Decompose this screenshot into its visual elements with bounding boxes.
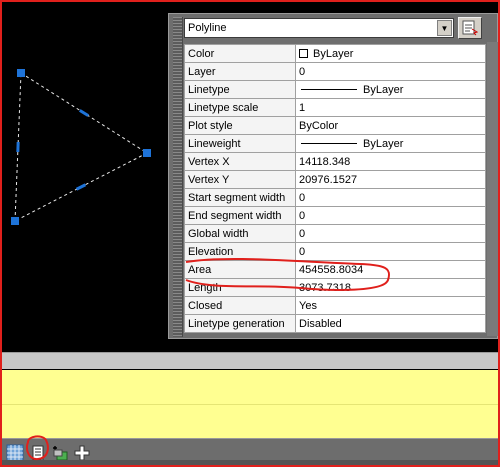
splitter-bar[interactable] [0, 352, 500, 369]
property-row[interactable]: Linetype scale 1 [184, 98, 486, 117]
property-value[interactable]: ByColor [295, 116, 486, 135]
property-value[interactable]: ByLayer [295, 134, 486, 153]
property-label: Plot style [184, 116, 296, 135]
property-label: Area [184, 260, 296, 279]
property-value[interactable]: 0 [295, 224, 486, 243]
property-value-text: Yes [299, 299, 317, 312]
properties-table: Color ByLayer Layer 0 Linetype ByLayer Linetyp… [184, 44, 486, 333]
property-row[interactable]: Color ByLayer [184, 44, 486, 63]
property-label: End segment width [184, 206, 296, 225]
properties-palette: Polyline ▼ Color ByLayer Layer 0 Linetype ByL… [168, 13, 498, 339]
property-row[interactable]: Plot style ByColor [184, 116, 486, 135]
vertex-grip[interactable] [143, 149, 151, 157]
property-value[interactable]: 0 [295, 188, 486, 207]
property-value-text: 3073.7318 [299, 281, 351, 294]
quick-select-icon [462, 20, 478, 36]
property-label: Length [184, 278, 296, 297]
chevron-down-icon[interactable]: ▼ [437, 20, 452, 36]
property-value-text: ByLayer [313, 47, 354, 60]
property-row[interactable]: Linetype generation Disabled [184, 314, 486, 333]
vertex-grip[interactable] [17, 69, 25, 77]
property-label: Layer [184, 62, 296, 81]
property-row[interactable]: Vertex X 14118.348 [184, 152, 486, 171]
object-type-dropdown[interactable]: Polyline ▼ [184, 18, 454, 38]
property-value[interactable]: 20976.1527 [295, 170, 486, 189]
property-row[interactable]: Area 454558.8034 [184, 260, 486, 279]
property-value-text: ByColor [299, 119, 339, 132]
property-value[interactable]: 0 [295, 62, 486, 81]
property-value[interactable]: 14118.348 [295, 152, 486, 171]
property-row[interactable]: End segment width 0 [184, 206, 486, 225]
property-value-text: ByLayer [363, 137, 404, 150]
quick-properties-icon [32, 445, 44, 461]
line-preview-icon [301, 143, 357, 145]
property-value-text: 454558.8034 [299, 263, 364, 276]
vertex-grip[interactable] [11, 217, 19, 225]
property-value-text: 0 [299, 227, 306, 240]
palette-scrollbar[interactable] [487, 42, 498, 336]
property-value[interactable]: 454558.8034 [295, 260, 486, 279]
property-label: Linetype scale [184, 98, 296, 117]
midpoint-grip[interactable] [16, 141, 20, 153]
midpoint-grip[interactable] [78, 109, 90, 117]
status-bar-bottom-edge [0, 460, 500, 467]
property-value-text: ByLayer [363, 83, 404, 96]
property-value-text: Disabled [299, 317, 342, 330]
property-label: Start segment width [184, 188, 296, 207]
command-window[interactable] [2, 370, 498, 438]
property-label: Linetype generation [184, 314, 296, 333]
property-value-text: 1 [299, 101, 306, 114]
property-value-text: 14118.348 [299, 155, 351, 168]
property-label: Color [184, 44, 296, 63]
property-row[interactable]: Start segment width 0 [184, 188, 486, 207]
property-label: Closed [184, 296, 296, 315]
property-value[interactable]: ByLayer [295, 44, 486, 63]
property-row[interactable]: Length 3073.7318 [184, 278, 486, 297]
line-preview-icon [301, 89, 357, 91]
property-row[interactable]: Layer 0 [184, 62, 486, 81]
property-value-text: 0 [299, 65, 306, 78]
palette-drag-handle[interactable] [173, 17, 183, 337]
property-value[interactable]: 0 [295, 242, 486, 261]
property-value[interactable]: 0 [295, 206, 486, 225]
property-row[interactable]: Lineweight ByLayer [184, 134, 486, 153]
selected-polyline[interactable] [14, 72, 148, 222]
command-line-divider [2, 404, 498, 405]
property-value[interactable]: 1 [295, 98, 486, 117]
property-value-text: 0 [299, 209, 306, 222]
color-swatch-icon [299, 49, 308, 59]
quick-select-button[interactable] [458, 17, 482, 39]
property-value[interactable]: Disabled [295, 314, 486, 333]
property-row[interactable]: Elevation 0 [184, 242, 486, 261]
property-value[interactable]: 3073.7318 [295, 278, 486, 297]
property-value-text: 0 [299, 245, 306, 258]
property-value-text: 20976.1527 [299, 173, 358, 186]
object-type-label: Polyline [188, 22, 227, 34]
property-row[interactable]: Global width 0 [184, 224, 486, 243]
property-row[interactable]: Vertex Y 20976.1527 [184, 170, 486, 189]
property-label: Vertex X [184, 152, 296, 171]
property-label: Lineweight [184, 134, 296, 153]
property-row[interactable]: Linetype ByLayer [184, 80, 486, 99]
property-label: Vertex Y [184, 170, 296, 189]
property-label: Global width [184, 224, 296, 243]
property-row[interactable]: Closed Yes [184, 296, 486, 315]
property-value[interactable]: Yes [295, 296, 486, 315]
midpoint-grip[interactable] [75, 183, 87, 191]
property-label: Linetype [184, 80, 296, 99]
property-value-text: 0 [299, 191, 306, 204]
property-value[interactable]: ByLayer [295, 80, 486, 99]
property-label: Elevation [184, 242, 296, 261]
